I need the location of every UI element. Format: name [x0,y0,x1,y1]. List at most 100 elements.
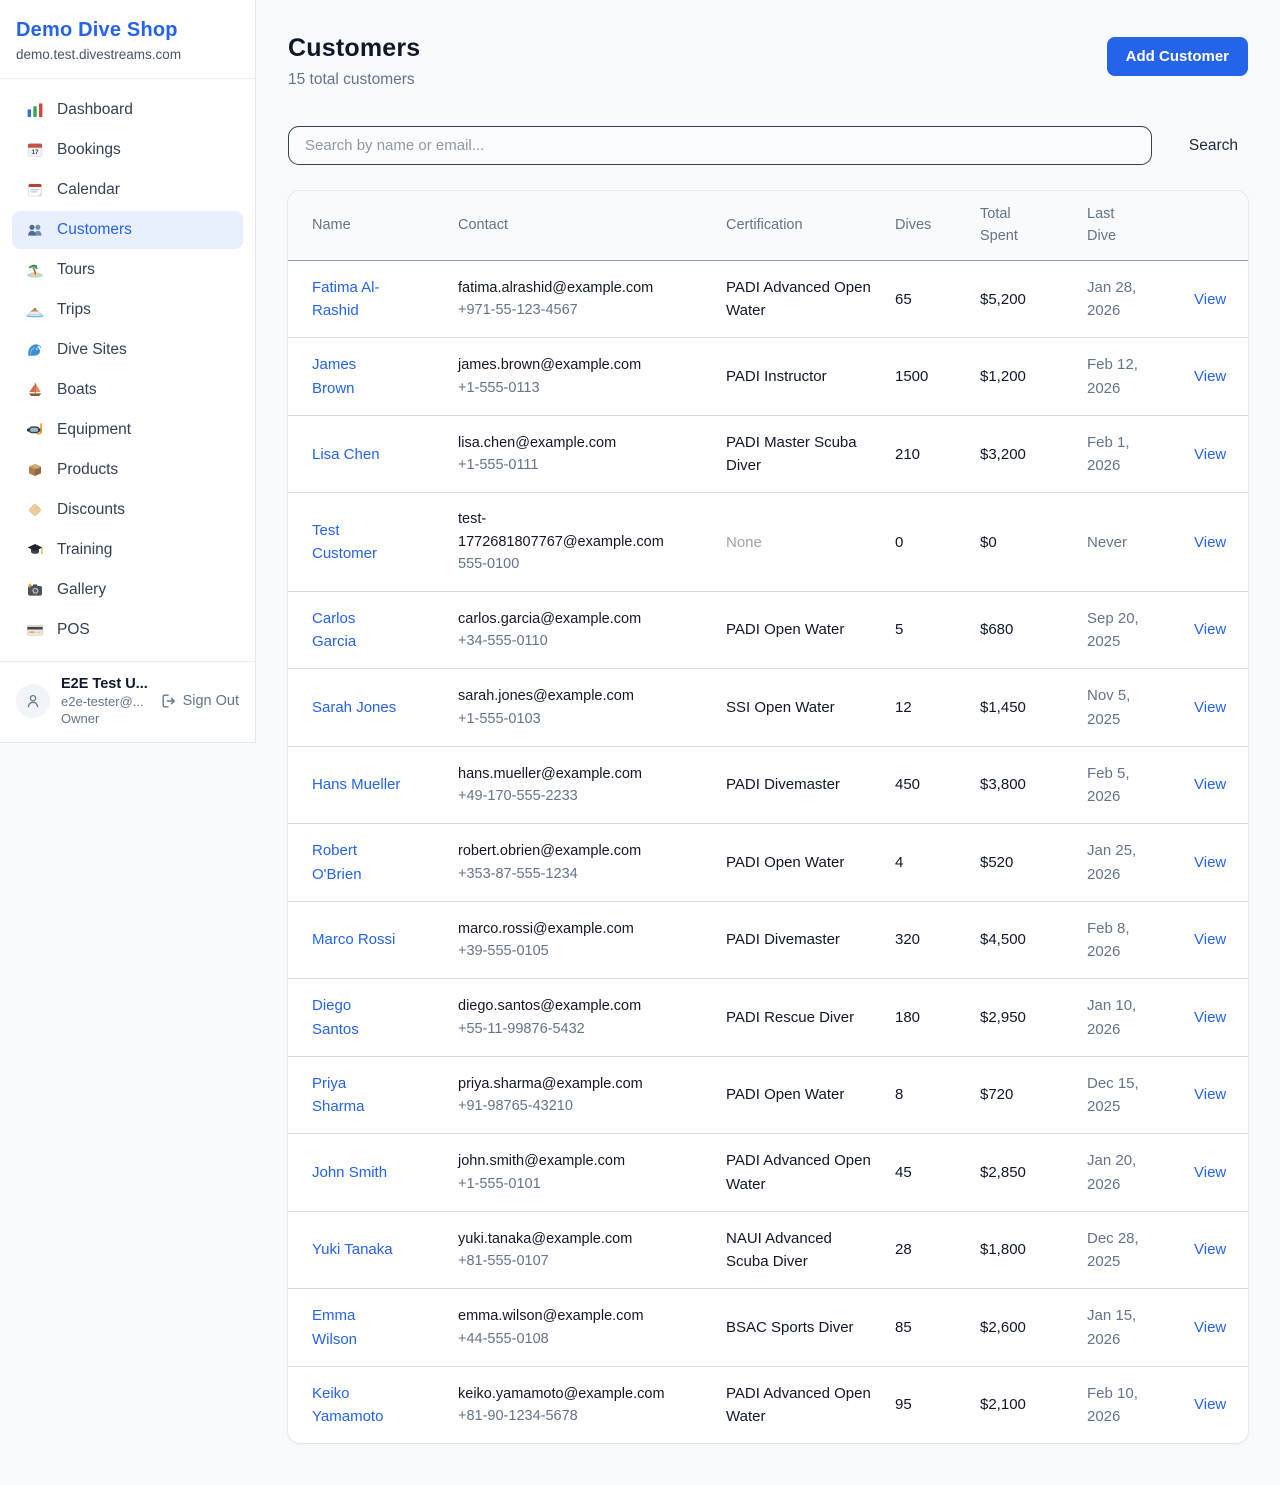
user-role: Owner [61,711,150,726]
view-link[interactable]: View [1194,1319,1226,1336]
view-link[interactable]: View [1194,699,1226,716]
tag-icon [26,501,44,519]
customer-certification: PADI Rescue Diver [726,979,895,1057]
sidebar-item-dive-sites[interactable]: Dive Sites [12,331,243,369]
column-header-dives: Dives [895,191,980,260]
column-header-name: Name [288,191,458,260]
view-link[interactable]: View [1194,1396,1226,1413]
view-link[interactable]: View [1194,621,1226,638]
sidebar-item-tours[interactable]: Tours [12,251,243,289]
customer-certification: PADI Open Water [726,1056,895,1134]
sidebar-item-label: Bookings [57,141,121,159]
view-link[interactable]: View [1194,1241,1226,1258]
sidebar: Demo Dive Shop demo.test.divestreams.com… [0,0,256,743]
add-customer-button[interactable]: Add Customer [1107,37,1248,76]
customer-dives: 28 [895,1211,980,1289]
customer-dives: 450 [895,746,980,824]
customer-email: lisa.chen@example.com [458,432,668,454]
view-link[interactable]: View [1194,776,1226,793]
column-header-contact: Contact [458,191,726,260]
customer-total-spent: $520 [980,824,1087,902]
search-bar: Search [288,126,1248,165]
customer-name-link[interactable]: Keiko Yamamoto [312,1382,402,1429]
customer-dives: 12 [895,669,980,747]
customer-email: marco.rossi@example.com [458,918,668,940]
brand-block: Demo Dive Shop demo.test.divestreams.com [0,0,255,79]
brand-name[interactable]: Demo Dive Shop [16,19,239,42]
view-link[interactable]: View [1194,1009,1226,1026]
customer-total-spent: $2,100 [980,1366,1087,1443]
table-row: Diego Santos diego.santos@example.com +5… [288,979,1248,1057]
credit-card-icon [26,621,44,639]
view-link[interactable]: View [1194,854,1226,871]
search-input[interactable] [288,126,1152,165]
customer-name-link[interactable]: Sarah Jones [312,696,396,719]
customer-dives: 4 [895,824,980,902]
customer-certification: NAUI Advanced Scuba Diver [726,1211,895,1289]
customer-dives: 210 [895,415,980,493]
view-link[interactable]: View [1194,1164,1226,1181]
customer-phone: +34-555-0110 [458,630,668,652]
customer-name-link[interactable]: Test Customer [312,519,402,566]
customer-name-link[interactable]: Lisa Chen [312,443,380,466]
sidebar-item-customers[interactable]: Customers [12,211,243,249]
sidebar-item-trips[interactable]: Trips [12,291,243,329]
view-link[interactable]: View [1194,1086,1226,1103]
sailboat-icon [26,381,44,399]
sidebar-item-calendar[interactable]: Calendar [12,171,243,209]
customer-name-link[interactable]: Carlos Garcia [312,607,402,654]
customer-name-link[interactable]: James Brown [312,353,402,400]
customer-name-link[interactable]: Marco Rossi [312,928,395,951]
speedboat-icon [26,301,44,319]
customer-name-link[interactable]: Yuki Tanaka [312,1238,393,1261]
sidebar-item-bookings[interactable]: 17 Bookings [12,131,243,169]
view-link[interactable]: View [1194,368,1226,385]
customer-name-link[interactable]: Hans Mueller [312,773,400,796]
customer-name-link[interactable]: Fatima Al-Rashid [312,276,402,323]
customers-table: Name Contact Certification Dives Total S… [288,191,1248,1443]
customer-certification: PADI Open Water [726,591,895,669]
sidebar-item-products[interactable]: Products [12,451,243,489]
sidebar-item-label: Boats [57,381,97,399]
avatar [16,684,50,718]
user-email: e2e-tester@... [61,694,150,709]
customer-certification: SSI Open Water [726,669,895,747]
customer-certification: PADI Advanced Open Water [726,260,895,338]
search-button[interactable]: Search [1179,131,1248,161]
wave-icon [26,341,44,359]
customer-name-link[interactable]: Priya Sharma [312,1072,402,1119]
sidebar-item-training[interactable]: Training [12,531,243,569]
customer-name-link[interactable]: John Smith [312,1161,387,1184]
customer-total-spent: $5,200 [980,260,1087,338]
customer-total-spent: $0 [980,493,1087,591]
view-link[interactable]: View [1194,291,1226,308]
customer-name-link[interactable]: Emma Wilson [312,1304,402,1351]
sidebar-item-equipment[interactable]: Equipment [12,411,243,449]
customer-certification: PADI Open Water [726,824,895,902]
customer-last-dive: Feb 10, 2026 [1087,1366,1194,1443]
customer-certification: PADI Instructor [726,338,895,416]
table-row: James Brown james.brown@example.com +1-5… [288,338,1248,416]
customer-email: carlos.garcia@example.com [458,608,668,630]
sidebar-item-gallery[interactable]: Gallery [12,571,243,609]
sign-out-button[interactable]: Sign Out [161,693,239,709]
sidebar-item-pos[interactable]: POS [12,611,243,649]
sidebar-item-label: Dashboard [57,101,133,119]
customer-name-link[interactable]: Diego Santos [312,994,402,1041]
sidebar-item-boats[interactable]: Boats [12,371,243,409]
customer-phone: +91-98765-43210 [458,1095,668,1117]
sidebar-item-dashboard[interactable]: Dashboard [12,91,243,129]
customer-last-dive: Jan 28, 2026 [1087,260,1194,338]
sidebar-item-discounts[interactable]: Discounts [12,491,243,529]
customer-last-dive: Feb 8, 2026 [1087,901,1194,979]
view-link[interactable]: View [1194,534,1226,551]
customer-total-spent: $4,500 [980,901,1087,979]
tear-off-calendar-icon [26,181,44,199]
customer-name-link[interactable]: Robert O'Brien [312,839,402,886]
view-link[interactable]: View [1194,931,1226,948]
customer-phone: +1-555-0103 [458,708,668,730]
camera-icon [26,581,44,599]
customer-certification: PADI Advanced Open Water [726,1134,895,1212]
view-link[interactable]: View [1194,446,1226,463]
graduation-cap-icon [26,541,44,559]
